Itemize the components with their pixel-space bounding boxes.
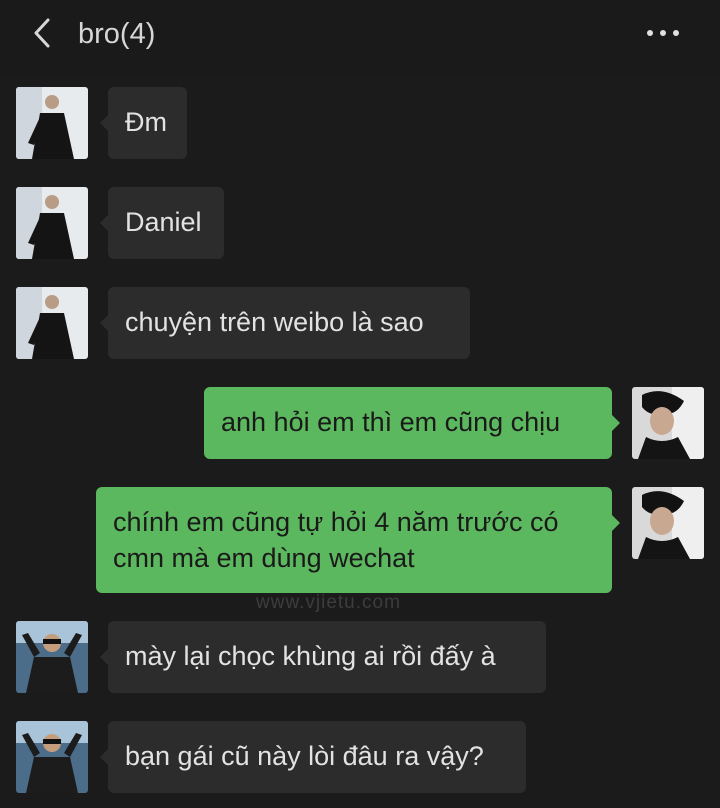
message-bubble[interactable]: mày lại chọc khùng ai rồi đấy à bbox=[108, 621, 546, 693]
bubble-tail bbox=[100, 115, 108, 131]
avatar-contact-2[interactable] bbox=[16, 621, 88, 693]
more-dots-icon[interactable] bbox=[642, 18, 684, 48]
bubble-tail bbox=[100, 215, 108, 231]
message-bubble[interactable]: chuyện trên weibo là sao bbox=[108, 287, 470, 359]
chevron-left-icon[interactable] bbox=[26, 14, 62, 52]
bubble-tail bbox=[100, 649, 108, 665]
message-bubble[interactable]: Đm bbox=[108, 87, 187, 159]
avatar-self[interactable] bbox=[632, 387, 704, 459]
message-bubble[interactable]: bạn gái cũ này lòi đâu ra vậy? bbox=[108, 721, 526, 793]
message-bubble[interactable]: chính em cũng tự hỏi 4 năm trước có cmn … bbox=[96, 487, 612, 593]
avatar-contact-1[interactable] bbox=[16, 87, 88, 159]
avatar-contact-2[interactable] bbox=[16, 721, 88, 793]
chat-header: bro(4) bbox=[0, 0, 720, 75]
avatar-self[interactable] bbox=[632, 487, 704, 559]
message-bubble[interactable]: anh hỏi em thì em cũng chịu bbox=[204, 387, 612, 459]
watermark-text: www.vjietu.com bbox=[256, 592, 401, 613]
bubble-tail bbox=[612, 515, 620, 531]
bubble-tail bbox=[100, 749, 108, 765]
bubble-tail bbox=[612, 415, 620, 431]
avatar-contact-1[interactable] bbox=[16, 287, 88, 359]
bubble-tail bbox=[100, 315, 108, 331]
message-bubble[interactable]: Daniel bbox=[108, 187, 224, 259]
avatar-contact-1[interactable] bbox=[16, 187, 88, 259]
chat-title: bro(4) bbox=[78, 18, 156, 50]
